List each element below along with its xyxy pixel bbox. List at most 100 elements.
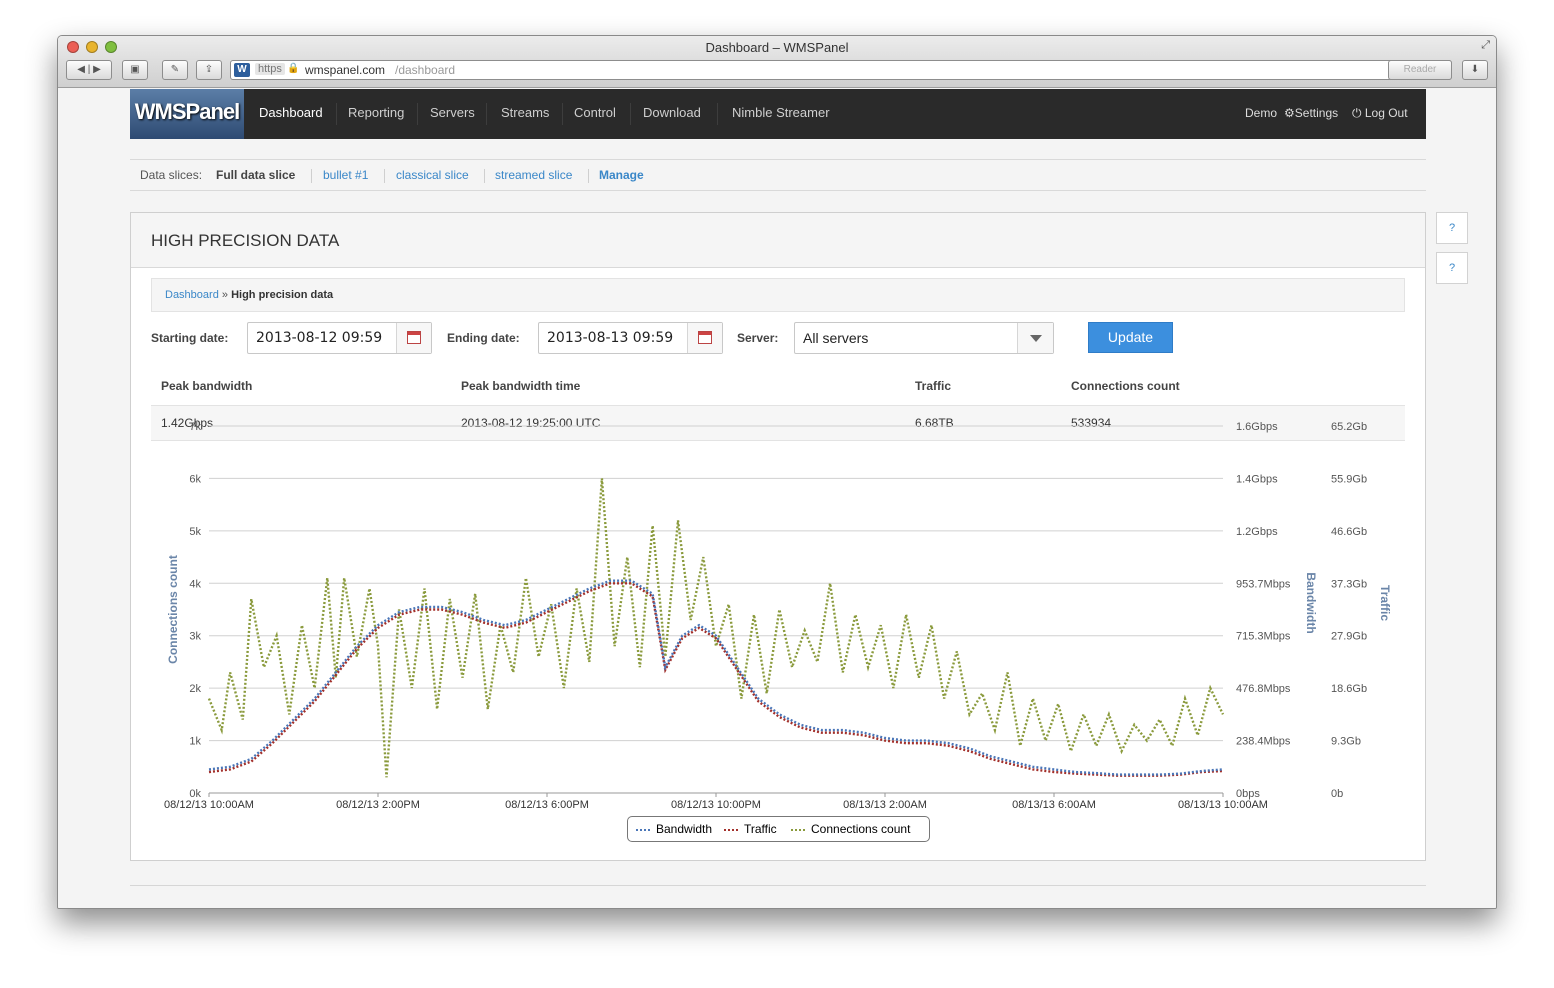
legend-bandwidth[interactable]: Bandwidth xyxy=(636,817,712,841)
top-navbar: WMSPanel Dashboard Reporting Servers Str… xyxy=(130,89,1426,139)
slice-link-classical[interactable]: classical slice xyxy=(396,160,469,190)
y-tick-label: 2k xyxy=(189,683,201,695)
high-precision-panel: HIGH PRECISION DATA Dashboard » High pre… xyxy=(130,212,1426,861)
bandwidth-tick-label: 1.6Gbps xyxy=(1236,421,1278,433)
reader-button[interactable]: Reader xyxy=(1388,60,1452,80)
x-tick-label: 08/12/13 10:00PM xyxy=(671,799,761,811)
traffic-tick-label: 9.3Gb xyxy=(1331,736,1361,748)
legend-traffic[interactable]: Traffic xyxy=(724,817,777,841)
x-tick-label: 08/12/13 6:00PM xyxy=(505,799,589,811)
download-icon[interactable]: ⬇ xyxy=(1462,60,1488,80)
nav-divider xyxy=(562,103,563,125)
x-tick-label: 08/13/13 10:00AM xyxy=(1178,799,1268,811)
series-line-traffic xyxy=(208,582,1224,777)
url-scheme: https xyxy=(255,63,285,75)
traffic-tick-label: 65.2Gb xyxy=(1331,421,1367,433)
slice-divider xyxy=(384,169,385,183)
settings-link[interactable]: ⚙Settings xyxy=(1284,89,1338,139)
y-axis-label: Connections count xyxy=(166,555,180,664)
lock-icon: 🔒 xyxy=(287,63,300,74)
nav-reporting[interactable]: Reporting xyxy=(348,89,404,139)
back-icon[interactable]: ◀ xyxy=(77,64,85,75)
slice-link-bullet[interactable]: bullet #1 xyxy=(323,160,368,190)
legend-label: Bandwidth xyxy=(656,822,713,836)
slice-link-streamed[interactable]: streamed slice xyxy=(495,160,572,190)
traffic-tick-label: 18.6Gb xyxy=(1331,683,1367,695)
y-tick-label: 4k xyxy=(189,578,201,590)
legend-connections[interactable]: Connections count xyxy=(791,817,910,841)
settings-label: Settings xyxy=(1294,106,1339,120)
x-tick-label: 08/13/13 6:00AM xyxy=(1012,799,1096,811)
legend-swatch xyxy=(791,828,805,831)
legend-label: Connections count xyxy=(811,822,911,836)
traffic-tick-label: 37.3Gb xyxy=(1331,578,1367,590)
bandwidth-chart: 0k 0bps 0b1k 238.4Mbps 9.3Gb2k 476.8Mbps 18.6G… xyxy=(164,421,1392,811)
data-slices-bar: Data slices: Full data slice bullet #1 c… xyxy=(130,159,1426,191)
nav-divider xyxy=(630,103,631,125)
page-content: WMSPanel Dashboard Reporting Servers Str… xyxy=(58,89,1496,908)
bandwidth-tick-label: 476.8Mbps xyxy=(1236,683,1291,695)
y-tick-label: 3k xyxy=(189,631,201,643)
footer-divider xyxy=(130,885,1426,886)
url-path: /dashboard xyxy=(395,63,456,77)
traffic-tick-label: 55.9Gb xyxy=(1331,473,1367,485)
slice-divider xyxy=(484,169,485,183)
fullscreen-icon[interactable]: ⤢ xyxy=(1481,39,1490,52)
address-bar[interactable]: W https 🔒 wmspanel.com /dashboard ↻ xyxy=(230,60,1452,80)
bandwidth-tick-label: 238.4Mbps xyxy=(1236,736,1291,748)
traffic-tick-label: 27.9Gb xyxy=(1331,631,1367,643)
series-line-connections-count xyxy=(207,478,1225,778)
tools-icon[interactable]: ✎ xyxy=(162,60,188,80)
legend-swatch xyxy=(636,828,650,831)
traffic-tick-label: 46.6Gb xyxy=(1331,526,1367,538)
browser-window: Dashboard – WMSPanel ⤢ ◀ | ▶ ▣ ✎ ⇪ W htt… xyxy=(57,35,1497,909)
legend-label: Traffic xyxy=(744,822,777,836)
nav-servers[interactable]: Servers xyxy=(430,89,475,139)
nav-streams[interactable]: Streams xyxy=(501,89,549,139)
nav-divider xyxy=(417,103,418,125)
y-tick-label: 6k xyxy=(189,473,201,485)
screenshot-icon[interactable]: ▣ xyxy=(122,60,148,80)
x-tick-label: 08/13/13 2:00AM xyxy=(843,799,927,811)
logout-link[interactable]: ⏻ Log Out xyxy=(1352,89,1408,139)
slice-divider xyxy=(588,169,589,183)
url-host: wmspanel.com xyxy=(305,63,386,77)
x-tick-label: 08/12/13 2:00PM xyxy=(336,799,420,811)
y-tick-label: 7k xyxy=(189,421,201,433)
legend-swatch xyxy=(724,828,738,831)
bandwidth-axis-label: Bandwidth xyxy=(1304,572,1318,633)
slice-current: Full data slice xyxy=(216,168,296,182)
site-favicon: W xyxy=(234,63,250,77)
nav-divider xyxy=(486,103,487,125)
logo[interactable]: WMSPanel xyxy=(130,89,244,139)
traffic-tick-label: 0b xyxy=(1331,788,1343,800)
traffic-axis-label: Traffic xyxy=(1378,585,1392,621)
y-tick-label: 1k xyxy=(189,736,201,748)
bandwidth-tick-label: 1.2Gbps xyxy=(1236,526,1278,538)
user-name[interactable]: Demo xyxy=(1245,89,1277,139)
help-button[interactable]: ? xyxy=(1436,252,1468,284)
slices-label: Data slices: xyxy=(140,168,203,182)
chart-legend: Bandwidth Traffic Connections count xyxy=(627,816,930,842)
manage-slices-link[interactable]: Manage xyxy=(599,160,644,190)
window-title: Dashboard – WMSPanel xyxy=(705,40,849,55)
y-tick-label: 5k xyxy=(189,526,201,538)
share-icon[interactable]: ⇪ xyxy=(196,60,222,80)
bandwidth-tick-label: 1.4Gbps xyxy=(1236,473,1278,485)
slice-divider xyxy=(311,169,312,183)
help-button[interactable]: ? xyxy=(1436,212,1468,244)
bandwidth-tick-label: 953.7Mbps xyxy=(1236,578,1291,590)
forward-icon[interactable]: ▶ xyxy=(93,64,101,75)
nav-divider xyxy=(717,103,718,125)
title-bar: Dashboard – WMSPanel ⤢ ◀ | ▶ ▣ ✎ ⇪ W htt… xyxy=(58,36,1496,88)
nav-control[interactable]: Control xyxy=(574,89,616,139)
logout-label: Log Out xyxy=(1364,106,1408,120)
series-line-bandwidth xyxy=(208,579,1224,776)
power-icon: ⏻ xyxy=(1352,106,1362,120)
x-tick-label: 08/12/13 10:00AM xyxy=(164,799,254,811)
nav-dashboard[interactable]: Dashboard xyxy=(259,89,323,139)
nav-download[interactable]: Download xyxy=(643,89,701,139)
nav-nimble-streamer[interactable]: Nimble Streamer xyxy=(732,89,830,139)
back-forward-buttons[interactable]: ◀ | ▶ xyxy=(66,60,112,80)
gear-icon: ⚙ xyxy=(1284,106,1295,120)
